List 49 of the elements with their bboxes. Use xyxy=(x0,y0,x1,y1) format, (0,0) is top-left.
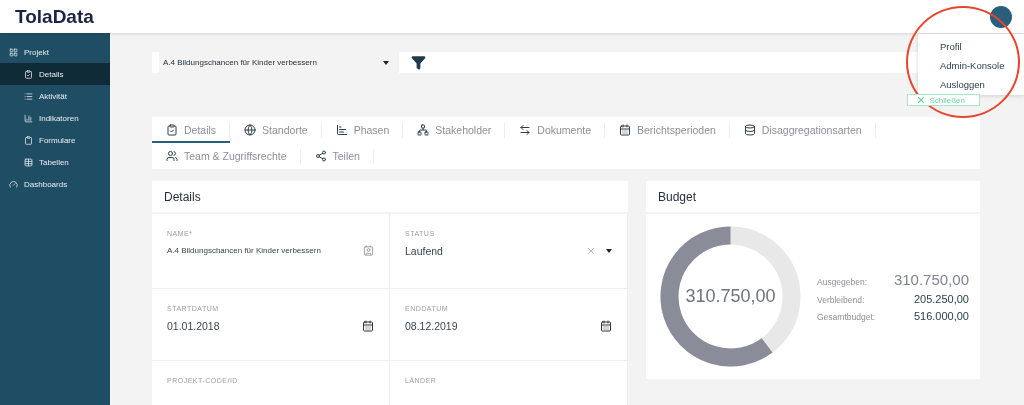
globe-icon xyxy=(244,123,257,136)
sidebar-item[interactable]: Tabellen xyxy=(0,151,110,173)
sidebar-item[interactable]: Indikatoren xyxy=(0,107,110,129)
clipboard-check-icon xyxy=(24,69,33,79)
caret-icon[interactable] xyxy=(606,249,612,253)
hierarchy-icon xyxy=(417,123,430,136)
bar-chart-icon xyxy=(335,123,348,136)
menu-item[interactable]: Ausloggen xyxy=(918,76,1024,95)
caret-icon xyxy=(383,60,389,65)
calendar-icon xyxy=(619,123,632,136)
menu-item[interactable]: Profil xyxy=(918,38,1024,57)
budget-value: 205.250,00 xyxy=(913,293,969,305)
field-value[interactable]: 08.12.2019 xyxy=(405,320,458,332)
sidebar-item[interactable]: Details xyxy=(0,63,110,85)
table-icon xyxy=(24,157,33,167)
clipboard-check-icon xyxy=(166,123,178,136)
sidebar-item[interactable]: Dashboards xyxy=(0,173,110,195)
program-select[interactable]: A.4 Bildungschancen für Kinder verbessern xyxy=(159,52,399,73)
card-title: Details xyxy=(152,181,628,214)
field-value[interactable]: 01.01.2018 xyxy=(167,320,220,332)
menu-item[interactable]: Admin-Konsole xyxy=(918,57,1024,76)
budget-value: 516.000,00 xyxy=(913,310,969,322)
user-avatar[interactable] xyxy=(990,5,1012,28)
budget-value: 310.750,00 xyxy=(893,271,969,288)
field-value[interactable]: Laufend xyxy=(405,245,443,257)
share-icon xyxy=(314,149,327,162)
field-value[interactable]: A.4 Bildungschancen für Kinder verbessern xyxy=(167,246,321,255)
clipboard-icon xyxy=(24,135,33,145)
bar-chart-icon xyxy=(24,113,33,123)
calendar-icon[interactable] xyxy=(362,320,374,332)
sidebar-item[interactable]: Projekt xyxy=(0,41,110,63)
card-title: Budget xyxy=(646,181,980,214)
budget-label: Ausgegeben: xyxy=(817,277,868,287)
users-icon xyxy=(166,149,178,162)
sidebar-item[interactable]: Aktivität xyxy=(0,85,110,107)
id-card-icon xyxy=(363,245,374,256)
sidebar-item[interactable]: Formulare xyxy=(0,129,110,151)
budget-label: Verbleibend: xyxy=(817,295,865,305)
arrows-icon xyxy=(519,123,532,136)
database-icon xyxy=(743,123,756,136)
donut-center-value: 310.750,00 xyxy=(684,286,777,307)
calendar-icon[interactable] xyxy=(600,320,612,332)
filter-icon[interactable] xyxy=(411,55,426,70)
list-icon xyxy=(24,91,33,101)
close-icon xyxy=(916,95,927,105)
grid-icon xyxy=(9,47,18,57)
budget-label: Gesamtbudget: xyxy=(817,312,876,322)
gauge-icon xyxy=(9,179,18,189)
logo[interactable]: TolaData xyxy=(15,5,94,28)
